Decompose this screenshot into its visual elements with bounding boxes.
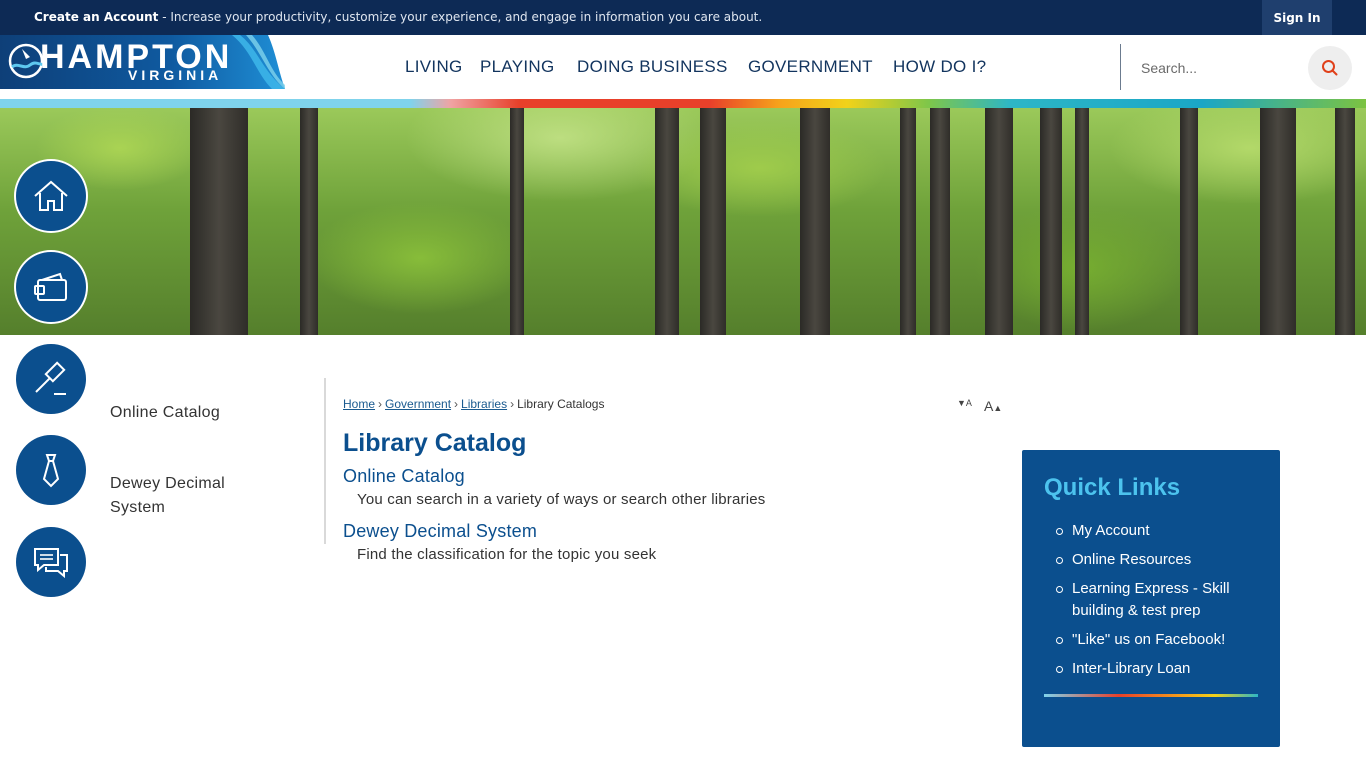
nav-living[interactable]: LIVING xyxy=(405,57,480,77)
breadcrumb-home[interactable]: Home xyxy=(343,397,375,411)
entry-online-catalog-desc: You can search in a variety of ways or s… xyxy=(357,491,766,508)
site-header: HAMPTON VIRGINIA LIVING PLAYING DOING BU… xyxy=(0,35,1366,99)
breadcrumb-separator: › xyxy=(510,397,515,411)
breadcrumb: Home › Government › Libraries › Library Catalo… xyxy=(343,397,604,411)
quick-links-list: My Account Online Resources Learning Exp… xyxy=(1044,520,1264,687)
quick-link-facebook[interactable]: "Like" us on Facebook! xyxy=(1044,629,1264,651)
tree-trunk xyxy=(800,108,830,335)
main-nav: LIVING PLAYING DOING BUSINESS GOVERNMENT… xyxy=(405,57,986,77)
payments-button[interactable] xyxy=(16,252,86,322)
tree-trunk xyxy=(190,108,248,335)
tree-trunk xyxy=(700,108,726,335)
entry-dewey-decimal-desc: Find the classification for the topic yo… xyxy=(357,546,657,563)
nav-doing-business[interactable]: DOING BUSINESS xyxy=(577,57,748,77)
home-icon xyxy=(34,180,68,211)
quick-link-inter-library-loan[interactable]: Inter-Library Loan xyxy=(1044,658,1264,680)
quick-links-panel: Quick Links My Account Online Resources … xyxy=(1022,450,1280,747)
caret-down-icon: ▼ xyxy=(957,398,966,408)
breadcrumb-separator: › xyxy=(454,397,459,411)
chat-icon xyxy=(34,548,68,579)
sidenav-dewey-decimal[interactable]: Dewey Decimal System xyxy=(110,472,260,520)
breadcrumb-government[interactable]: Government xyxy=(385,397,451,411)
necktie-icon xyxy=(42,454,60,488)
government-button[interactable] xyxy=(16,344,86,414)
nav-how-do-i[interactable]: HOW DO I? xyxy=(893,57,986,77)
gavel-icon xyxy=(35,361,66,395)
tree-trunk xyxy=(1040,108,1062,335)
page-title: Library Catalog xyxy=(343,429,527,457)
forest-banner xyxy=(0,108,1366,335)
breadcrumb-libraries[interactable]: Libraries xyxy=(461,397,507,411)
sidenav-online-catalog[interactable]: Online Catalog xyxy=(110,401,220,425)
decrease-text-button[interactable]: ▼A xyxy=(957,398,972,409)
tree-trunk xyxy=(930,108,950,335)
caret-up-icon: ▲ xyxy=(993,403,1003,413)
increase-text-button[interactable]: A▲ xyxy=(984,398,1002,414)
header-divider xyxy=(1120,44,1121,90)
decrease-text-label: A xyxy=(965,398,972,408)
search-input[interactable] xyxy=(1132,53,1302,83)
tree-trunk xyxy=(1180,108,1198,335)
quick-link-online-resources[interactable]: Online Resources xyxy=(1044,549,1264,571)
search-button[interactable] xyxy=(1308,46,1352,90)
sign-in-button[interactable]: Sign In xyxy=(1262,0,1332,35)
tree-trunk xyxy=(1260,108,1296,335)
contact-button[interactable] xyxy=(16,527,86,597)
sidenav-divider xyxy=(324,378,326,544)
hampton-logo[interactable]: HAMPTON VIRGINIA xyxy=(0,35,285,89)
color-stripe xyxy=(0,99,1366,108)
entry-online-catalog-link[interactable]: Online Catalog xyxy=(343,466,465,487)
home-button[interactable] xyxy=(16,161,86,231)
breadcrumb-separator: › xyxy=(378,397,383,411)
quick-link-learning-express[interactable]: Learning Express - Skill building & test… xyxy=(1044,578,1264,622)
quick-links-title: Quick Links xyxy=(1044,474,1181,501)
search-icon xyxy=(1322,60,1338,76)
top-bar: Create an Account - Increase your produc… xyxy=(0,0,1366,35)
breadcrumb-current: Library Catalogs xyxy=(517,397,605,411)
quick-links-color-bar xyxy=(1044,694,1258,697)
entry-dewey-decimal-link[interactable]: Dewey Decimal System xyxy=(343,521,537,542)
wallet-icon xyxy=(34,272,67,301)
tree-trunk xyxy=(510,108,524,335)
tree-trunk xyxy=(985,108,1013,335)
tree-trunk xyxy=(1335,108,1355,335)
account-message: Create an Account - Increase your produc… xyxy=(34,10,762,24)
nav-government[interactable]: GOVERNMENT xyxy=(748,57,893,77)
account-message-text: - Increase your productivity, customize … xyxy=(158,10,763,24)
nav-playing[interactable]: PLAYING xyxy=(480,57,577,77)
logo-subtitle: VIRGINIA xyxy=(128,67,223,83)
tree-trunk xyxy=(300,108,318,335)
business-button[interactable] xyxy=(16,435,86,505)
create-account-link[interactable]: Create an Account xyxy=(34,10,158,24)
increase-text-label: A xyxy=(984,398,994,414)
tree-trunk xyxy=(1075,108,1089,335)
tree-trunk xyxy=(655,108,679,335)
quick-link-my-account[interactable]: My Account xyxy=(1044,520,1264,542)
tree-trunk xyxy=(900,108,916,335)
